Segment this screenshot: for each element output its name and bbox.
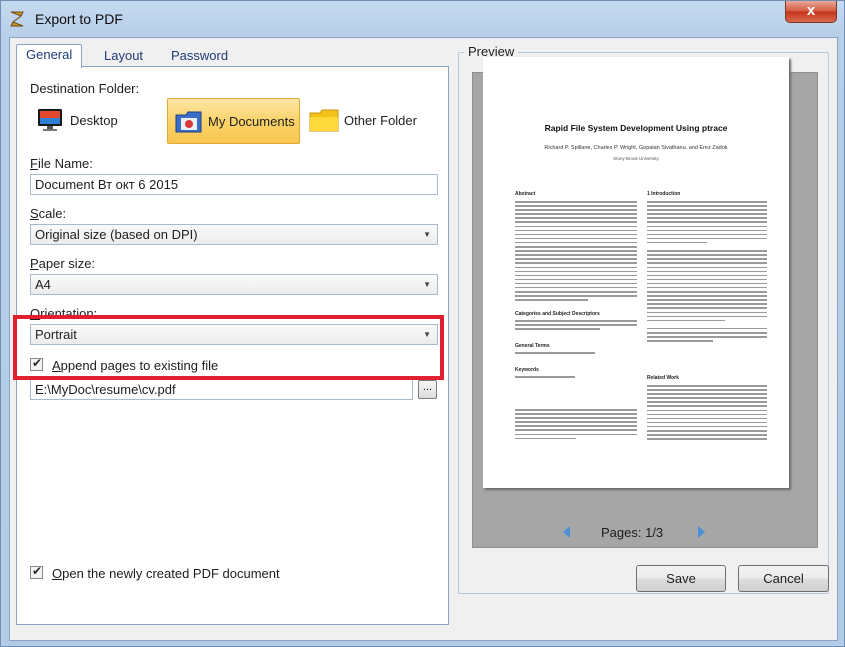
dropdown-arrow-icon: ▼ [423, 280, 431, 289]
my-documents-label: My Documents [208, 114, 295, 129]
section-keywords: Keywords [515, 367, 539, 373]
keywords-text [515, 376, 575, 380]
other-folder-label: Other Folder [344, 113, 417, 128]
file-name-label: File Name: [30, 156, 93, 171]
window-title: Export to PDF [35, 11, 123, 27]
close-button[interactable]: x [785, 1, 837, 23]
section-terms: General Terms [515, 343, 550, 349]
monitor-icon [38, 109, 62, 131]
abstract-text [515, 201, 637, 303]
open-pdf-label: Open the newly created PDF document [52, 566, 280, 581]
introduction-text [647, 201, 767, 344]
my-documents-button[interactable]: My Documents [167, 98, 300, 144]
next-page-icon[interactable] [698, 526, 705, 538]
pages-indicator: Pages: 1/3 [601, 525, 664, 540]
close-icon: x [806, 2, 816, 19]
checkmark-icon: ✔ [32, 564, 43, 578]
append-path-input[interactable]: E:\MyDoc\resume\cv.pdf [30, 379, 413, 400]
scale-label: Scale: [30, 206, 67, 221]
section-introduction: 1 Introduction [647, 191, 681, 197]
documents-folder-icon [175, 111, 202, 133]
tab-password[interactable]: Password [162, 46, 237, 66]
copyright-text [515, 409, 637, 442]
desktop-button[interactable]: Desktop [30, 98, 148, 144]
section-categories: Categories and Subject Descriptors [515, 311, 600, 317]
section-related-work: Related Work [647, 375, 679, 381]
page-authors: Richard P. Spillane, Charles P. Wright, … [544, 145, 728, 151]
append-highlight-box [13, 315, 444, 380]
page-title: Rapid File System Development Using ptra… [544, 123, 728, 133]
browse-button[interactable]: ... [418, 380, 437, 399]
desktop-label: Desktop [70, 113, 118, 128]
yellow-folder-icon [309, 109, 339, 132]
page-affiliation: Stony Brook University [613, 156, 659, 161]
title-bar[interactable]: Export to PDF x [1, 1, 844, 37]
previous-page-icon[interactable] [563, 526, 570, 538]
tab-general[interactable]: General [16, 44, 83, 68]
dropdown-arrow-icon: ▼ [423, 230, 431, 239]
paper-size-select[interactable]: A4 ▼ [30, 274, 438, 295]
paper-size-label: Paper size: [30, 256, 96, 271]
app-icon [10, 11, 24, 27]
section-abstract: Abstract [515, 191, 536, 197]
cancel-button[interactable]: Cancel [738, 565, 829, 592]
open-pdf-checkbox[interactable]: ✔ [30, 564, 43, 579]
export-dialog: Export to PDF x General Layout Password … [0, 0, 845, 647]
terms-text [515, 352, 595, 356]
other-folder-button[interactable]: Other Folder [306, 98, 436, 144]
destination-label: Destination Folder: [30, 81, 140, 96]
file-name-input[interactable]: Document Вт окт 6 2015 [30, 174, 438, 195]
categories-text [515, 320, 637, 332]
related-work-text [647, 385, 767, 442]
save-button[interactable]: Save [636, 565, 726, 592]
tab-layout[interactable]: Layout [95, 46, 152, 66]
scale-select[interactable]: Original size (based on DPI) ▼ [30, 224, 438, 245]
preview-page: Rapid File System Development Using ptra… [483, 57, 789, 488]
